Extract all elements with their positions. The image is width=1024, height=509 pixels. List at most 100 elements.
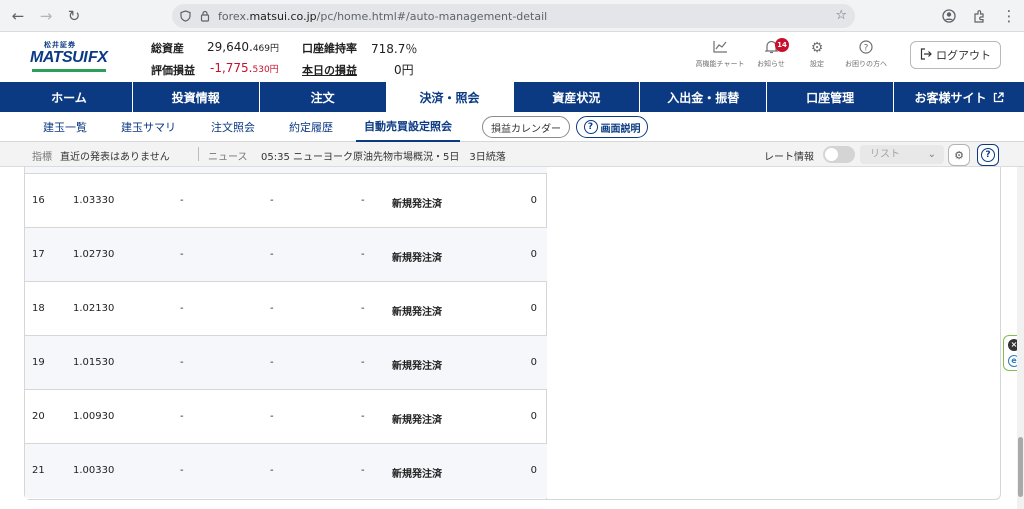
svg-text:?: ? [864,44,869,54]
external-link-icon [993,91,1004,103]
cell-rate: 1.00930 [73,411,115,422]
back-arrow-icon[interactable]: ← [4,2,32,30]
account-icon[interactable] [934,2,964,30]
ticker-help-button[interactable]: ? [977,144,999,166]
address-bar[interactable]: forex.matsui.co.jp/pc/home.html#/auto-ma… [172,4,855,28]
cell-rate: 1.01530 [73,357,115,368]
cell-col4: - [270,411,274,422]
notification-count-badge: 14 [775,38,789,52]
unrealized-pl-main: -1,775. [210,61,253,75]
url-prefix: forex. [218,9,250,23]
cell-count: 0 [530,411,537,422]
gear-icon: ⚙ [954,148,964,162]
gear-icon: ⚙ [810,40,824,56]
logo-word-2: FX [87,49,108,66]
url-path: /pc/home.html#/auto-management-detail [316,9,548,23]
rate-info-toggle[interactable] [823,146,855,163]
url-text: forex.matsui.co.jp/pc/home.html#/auto-ma… [218,10,547,23]
cell-col4: - [270,303,274,314]
cell-status: 新規発注済 [392,307,442,318]
chevron-down-icon: ⌄ [927,149,936,160]
cell-no: 18 [32,303,45,314]
logout-button[interactable]: ログアウト [910,41,1001,69]
tab-positions-summary[interactable]: 建玉サマリ [121,112,176,142]
cell-no: 17 [32,249,45,260]
tab-order-inquiry[interactable]: 注文照会 [211,112,255,142]
total-assets-main: 29,640. [207,40,253,54]
total-assets-decimal: 469円 [252,44,279,54]
scrollbar-thumb[interactable] [1018,437,1023,497]
news-headline[interactable]: 05:35 ニューヨーク原油先物市場概況・5日 3日続落 [261,148,506,163]
extensions-icon[interactable] [964,2,994,30]
nav-account-management[interactable]: 口座管理 [767,82,895,112]
news-label: ニュース [208,152,248,163]
margin-rate-label: 口座維持率 [302,42,357,55]
matsui-fx-logo[interactable]: 松井証券 MATSUI FX [30,40,110,74]
cell-col4: - [270,249,274,260]
cell-count: 0 [530,249,537,260]
ticker-settings-button[interactable]: ⚙ [948,144,970,166]
cell-no: 21 [32,465,45,476]
advanced-chart-button[interactable]: 高機能チャート [692,40,748,69]
cell-col3: - [180,249,184,260]
nav-deposit-transfer[interactable]: 入出金・振替 [640,82,768,112]
cell-no: 16 [32,195,45,206]
rate-info-label: レート情報 [764,152,814,163]
tab-execution-history[interactable]: 約定履歴 [289,112,333,142]
bookmark-star-icon[interactable]: ☆ [835,8,847,23]
nav-customer-site[interactable]: お客様サイト [894,82,1024,112]
nav-customer-site-label: お客様サイト [914,90,987,105]
unrealized-pl-label: 評価損益 [151,64,195,77]
question-circle-icon: ? [981,148,995,162]
cell-col3: - [180,465,184,476]
menu-dots-icon[interactable]: ⋮ [994,2,1024,30]
logo-big-text: MATSUI FX [30,49,108,67]
pl-calendar-button[interactable]: 損益カレンダー [482,116,570,138]
url-domain: matsui.co.jp [249,9,317,23]
cell-no: 20 [32,411,45,422]
settings-label: 設定 [810,60,824,68]
help-label: お困りの方へ [845,60,887,68]
table-row-partial [25,167,547,174]
cell-rate: 1.02130 [73,303,115,314]
page-scrollbar[interactable] [1017,167,1024,509]
indicator-text[interactable]: 直近の発表はありません [60,148,170,163]
nav-asset-status[interactable]: 資産状況 [514,82,641,112]
table-row[interactable]: 17 1.02730 - - - 新規発注済 0 [25,228,547,282]
cell-count: 0 [530,465,537,476]
tab-auto-trading-settings[interactable]: 自動売買設定照会 [356,112,460,142]
nav-investment-info[interactable]: 投資情報 [133,82,260,112]
cell-col5: - [361,249,365,260]
table-row[interactable]: 20 1.00930 - - - 新規発注済 0 [25,390,547,444]
screen-guide-label: 画面説明 [600,123,641,135]
table-row[interactable]: 19 1.01530 - - - 新規発注済 0 [25,336,547,390]
cell-status: 新規発注済 [392,469,442,480]
cell-rate: 1.00330 [73,465,115,476]
cell-rate: 1.02730 [73,249,115,260]
logo-underline [32,69,106,72]
cell-count: 0 [530,195,537,206]
nav-settlement-inquiry[interactable]: 決済・照会 [386,82,514,112]
table-row[interactable]: 21 1.00330 - - - 新規発注済 0 [25,444,547,498]
cell-count: 0 [530,303,537,314]
logout-label: ログアウト [936,49,991,62]
help-button[interactable]: ? お困りの方へ [838,40,894,69]
nav-home[interactable]: ホーム [6,82,133,112]
screen-guide-button[interactable]: ? 画面説明 [576,116,648,138]
nav-order[interactable]: 注文 [260,82,387,112]
sub-navigation: 建玉一覧 建玉サマリ 注文照会 約定履歴 自動売買設定照会 損益カレンダー ? … [0,112,1024,142]
table-row[interactable]: 16 1.03330 - - - 新規発注済 0 [25,174,547,228]
today-pl-label[interactable]: 本日の損益 [302,62,357,78]
logo-word-1: MATSUI [30,49,88,66]
reload-icon[interactable]: ↻ [60,2,88,30]
table-row[interactable]: 18 1.02130 - - - 新規発注済 0 [25,282,547,336]
forward-arrow-icon[interactable]: → [32,2,60,30]
today-pl-value: 0円 [394,63,414,77]
settings-button[interactable]: ⚙ 設定 [789,40,845,69]
cell-no: 19 [32,357,45,368]
auto-trading-detail-panel: 16 1.03330 - - - 新規発注済 0 17 1.02730 - - … [24,167,1001,500]
tab-positions-list[interactable]: 建玉一覧 [43,112,87,142]
shield-icon [178,9,192,23]
list-select-value: リスト [870,149,900,160]
list-select[interactable]: リスト ⌄ [860,145,944,164]
